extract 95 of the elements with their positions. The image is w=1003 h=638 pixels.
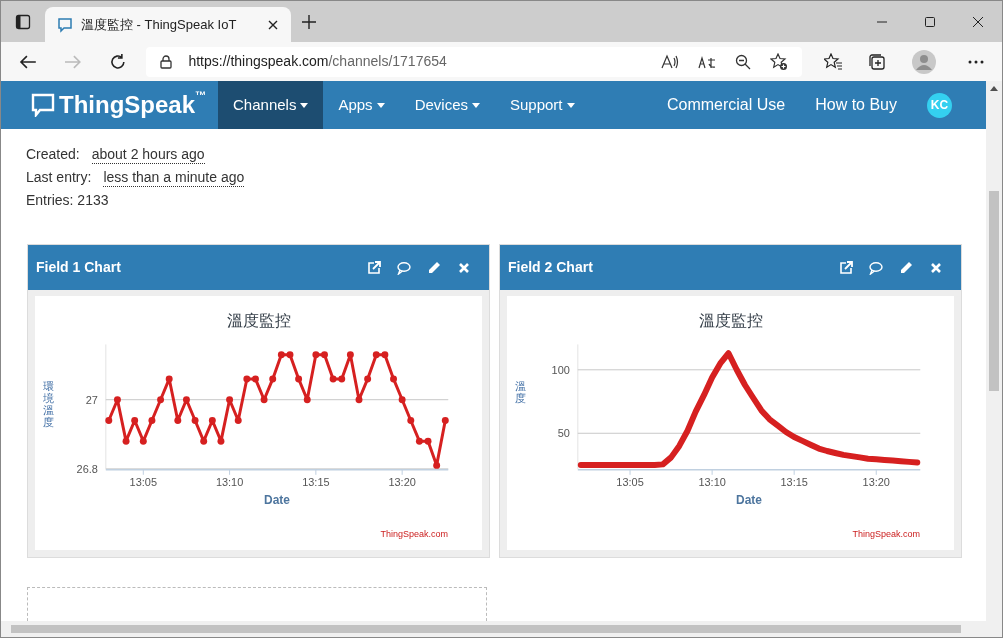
y-axis-label: 環境溫度	[43, 380, 55, 429]
zoom-out-icon[interactable]	[735, 53, 751, 70]
info-label: Last entry:	[26, 168, 92, 187]
horizontal-scrollbar[interactable]	[1, 621, 986, 637]
data-point	[217, 437, 225, 445]
browser-tab[interactable]: 溫度監控 - ThingSpeak IoT	[45, 7, 291, 42]
data-point	[355, 396, 363, 404]
card-title: Field 1 Chart	[36, 258, 122, 277]
data-point	[113, 396, 121, 404]
data-point	[407, 416, 415, 424]
comment-icon[interactable]	[869, 260, 883, 275]
pencil-icon[interactable]	[899, 260, 913, 275]
x-axis-label: Date	[264, 492, 290, 507]
data-point	[226, 396, 233, 404]
scroll-up-icon	[990, 85, 998, 91]
lock-icon	[160, 54, 173, 69]
tab-actions-icon[interactable]	[15, 13, 31, 30]
data-point	[122, 437, 130, 445]
data-point	[441, 416, 449, 424]
data-point	[389, 375, 397, 383]
credit-link[interactable]: ThingSpeak.com	[380, 529, 448, 539]
comment-icon[interactable]	[397, 260, 411, 275]
card-title: Field 2 Chart	[508, 258, 594, 277]
x-tick-label: 13:05	[129, 475, 157, 488]
x-tick-label: 13:15	[780, 475, 808, 488]
data-point	[295, 375, 302, 383]
nav-link[interactable]: Commercial Use	[666, 93, 786, 117]
data-point	[148, 416, 156, 424]
chart-title: 溫度監控	[698, 312, 763, 329]
scrollbar-thumb[interactable]	[11, 625, 961, 633]
x-tick-label: 13:05	[616, 475, 644, 488]
nav-link[interactable]: How to Buy	[815, 93, 897, 117]
data-point	[131, 416, 139, 424]
data-point	[234, 416, 242, 424]
data-point	[139, 437, 147, 445]
scrollbar-thumb[interactable]	[989, 191, 999, 391]
info-label: Entries: 2133	[26, 191, 109, 209]
y-axis-label: 溫度	[515, 380, 527, 405]
credit-link[interactable]: ThingSpeak.com	[852, 529, 920, 539]
data-point	[191, 416, 199, 424]
x-tick-label: 13:20	[388, 475, 416, 488]
read-aloud-icon[interactable]	[661, 53, 679, 70]
data-point	[260, 396, 268, 404]
y-tick-label: 26.8	[76, 462, 98, 475]
external-link-icon[interactable]	[839, 260, 853, 275]
address-bar[interactable]: https://thingspeak.com/channels/1717654	[146, 46, 802, 77]
brand-logo-text[interactable]: ThingSpeak$^{™}$	[59, 87, 207, 123]
info-value: about 2 hours ago	[91, 145, 205, 164]
data-point	[200, 437, 208, 445]
data-point	[303, 396, 311, 404]
data-point	[165, 375, 173, 383]
collections-icon[interactable]	[868, 52, 886, 71]
data-point	[156, 396, 164, 404]
maximize-icon[interactable]	[924, 15, 936, 28]
profile-avatar-icon[interactable]	[912, 49, 936, 74]
x-tick-label: 13:20	[862, 475, 890, 488]
x-tick-label: 13:15	[302, 475, 330, 488]
y-tick-label: 100	[551, 363, 570, 376]
close-icon[interactable]	[267, 18, 279, 31]
nav-menu-item[interactable]: Devices	[399, 81, 495, 129]
tab-title: 溫度監控 - ThingSpeak IoT	[81, 15, 238, 34]
nav-menu-item[interactable]: Apps	[323, 81, 400, 129]
external-link-icon[interactable]	[367, 260, 381, 275]
translate-icon[interactable]	[698, 54, 716, 69]
info-label: Created:	[26, 145, 80, 164]
data-point	[269, 375, 277, 383]
favorites-icon[interactable]	[824, 53, 842, 70]
x-tick-label: 13:10	[215, 475, 244, 488]
data-point	[364, 375, 371, 383]
x-tick-label: 13:10	[698, 475, 726, 488]
data-point	[182, 396, 190, 404]
vertical-scrollbar[interactable]	[986, 81, 1002, 637]
url-text: https://thingspeak.com/channels/1717654	[188, 52, 448, 71]
new-tab-icon[interactable]	[301, 13, 317, 30]
chart-title: 溫度監控	[226, 312, 291, 329]
data-point	[105, 416, 113, 424]
y-tick-label: 27	[85, 393, 98, 406]
nav-menu-item[interactable]: Channels	[218, 81, 324, 129]
nav-menu-item[interactable]: Support	[495, 81, 590, 129]
back-icon[interactable]	[19, 53, 37, 70]
chat-bubble-logo-icon	[31, 93, 55, 117]
data-point	[346, 351, 354, 359]
info-value: less than a minute ago	[103, 168, 245, 187]
add-favorite-icon[interactable]	[770, 52, 788, 71]
refresh-icon[interactable]	[108, 52, 127, 71]
more-icon[interactable]	[968, 59, 984, 64]
data-point	[208, 416, 216, 424]
close-icon[interactable]	[972, 15, 984, 28]
x-axis-label: Date	[736, 492, 762, 507]
pencil-icon[interactable]	[427, 260, 441, 275]
data-point	[398, 396, 406, 404]
data-point	[433, 461, 440, 469]
chat-bubble-icon	[57, 16, 73, 33]
data-point	[174, 416, 182, 424]
y-tick-label: 50	[557, 427, 570, 440]
